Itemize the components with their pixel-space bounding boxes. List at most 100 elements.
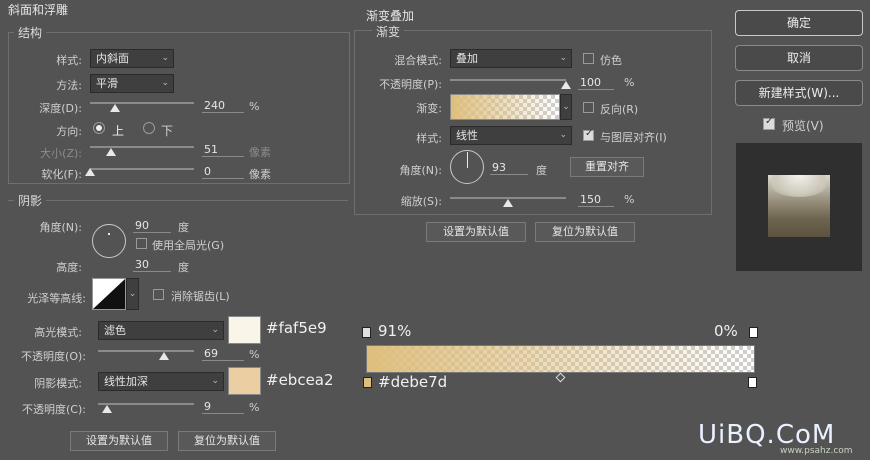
watermark-url: www.psahz.com bbox=[780, 446, 853, 456]
gloss-contour-label: 光泽等高线: bbox=[27, 292, 86, 305]
anti-alias-checkbox[interactable] bbox=[153, 289, 164, 300]
preview-label: 预览(V) bbox=[782, 119, 824, 133]
depth-unit: % bbox=[249, 100, 260, 113]
dither-checkbox[interactable] bbox=[583, 53, 594, 64]
size-slider-thumb[interactable] bbox=[105, 148, 116, 156]
gloss-contour-picker[interactable] bbox=[92, 278, 126, 310]
checkmark-icon: ✓ bbox=[585, 128, 594, 139]
shading-angle-input[interactable]: 90 bbox=[133, 218, 171, 233]
depth-slider[interactable] bbox=[90, 102, 194, 104]
shadow-opacity-unit: % bbox=[249, 401, 260, 414]
align-layer-checkbox[interactable]: ✓ bbox=[583, 128, 594, 141]
shadow-opacity-input[interactable]: 9 bbox=[202, 399, 244, 414]
right-opacity-stop[interactable] bbox=[749, 327, 758, 338]
gradient-scale-thumb[interactable] bbox=[503, 199, 513, 207]
depth-label: 深度(D): bbox=[39, 102, 82, 115]
direction-down-radio[interactable] bbox=[143, 122, 155, 134]
bevel-reset-default-button[interactable]: 复位为默认值 bbox=[178, 431, 276, 451]
chevron-down-icon: ⌄ bbox=[161, 78, 169, 88]
size-input[interactable]: 51 bbox=[202, 142, 244, 157]
gradient-opacity-thumb[interactable] bbox=[561, 81, 571, 89]
shadow-opacity-slider[interactable] bbox=[98, 403, 194, 405]
shadow-opacity-label: 不透明度(C): bbox=[22, 403, 86, 416]
gradient-angle-needle bbox=[467, 152, 468, 168]
gradient-editor-fill bbox=[367, 346, 754, 372]
blend-mode-select[interactable]: 叠加 ⌄ bbox=[450, 49, 572, 68]
global-light-checkbox[interactable] bbox=[136, 238, 147, 249]
gradient-angle-label: 角度(N): bbox=[399, 164, 442, 177]
style-preview-thumbnail bbox=[736, 143, 862, 271]
highlight-mode-value: 滤色 bbox=[104, 324, 126, 337]
shadow-mode-value: 线性加深 bbox=[104, 375, 148, 388]
altitude-unit: 度 bbox=[178, 261, 189, 274]
color-stop-hex-label: #debe7d bbox=[378, 373, 448, 391]
gradient-opacity-unit: % bbox=[624, 76, 635, 89]
bevel-make-default-button[interactable]: 设置为默认值 bbox=[70, 431, 168, 451]
direction-down-label: 下 bbox=[161, 124, 174, 138]
chevron-down-icon: ⌄ bbox=[562, 102, 570, 112]
direction-label: 方向: bbox=[56, 125, 82, 138]
gradient-opacity-slider[interactable] bbox=[450, 79, 566, 81]
direction-up-radio[interactable] bbox=[93, 122, 105, 134]
depth-slider-thumb[interactable] bbox=[109, 104, 120, 112]
blend-mode-label: 混合模式: bbox=[394, 54, 442, 67]
gloss-contour-dropdown[interactable]: ⌄ bbox=[126, 278, 139, 310]
gradient-sub-title: 渐变 bbox=[372, 23, 405, 40]
technique-select[interactable]: 平滑 ⌄ bbox=[90, 74, 174, 93]
gradient-picker[interactable] bbox=[450, 94, 560, 120]
bevel-style-select[interactable]: 内斜面 ⌄ bbox=[90, 49, 174, 68]
gradient-make-default-button[interactable]: 设置为默认值 bbox=[426, 222, 526, 242]
ok-button[interactable]: 确定 bbox=[735, 10, 863, 36]
altitude-input[interactable]: 30 bbox=[133, 257, 171, 272]
new-style-button[interactable]: 新建样式(W)... bbox=[735, 80, 863, 106]
gradient-picker-dropdown[interactable]: ⌄ bbox=[560, 94, 572, 120]
gradient-reset-default-button[interactable]: 复位为默认值 bbox=[535, 222, 635, 242]
gradient-scale-input[interactable]: 150 bbox=[578, 192, 614, 207]
preview-highlight bbox=[772, 175, 826, 197]
highlight-opacity-slider[interactable] bbox=[98, 350, 194, 352]
right-color-stop[interactable] bbox=[748, 377, 757, 388]
contour-linear-icon bbox=[93, 279, 125, 309]
left-opacity-label: 91% bbox=[378, 322, 412, 340]
highlight-opacity-thumb[interactable] bbox=[159, 352, 170, 360]
checkmark-icon: ✓ bbox=[765, 116, 774, 127]
shadow-mode-select[interactable]: 线性加深 ⌄ bbox=[98, 372, 224, 391]
cancel-button[interactable]: 取消 bbox=[735, 45, 863, 71]
preview-swatch bbox=[768, 175, 830, 237]
preview-checkbox[interactable]: ✓ bbox=[763, 116, 775, 130]
chevron-down-icon: ⌄ bbox=[559, 53, 567, 63]
gradient-style-select[interactable]: 线性 ⌄ bbox=[450, 126, 572, 145]
gradient-opacity-input[interactable]: 100 bbox=[578, 75, 614, 90]
depth-input[interactable]: 240 bbox=[202, 98, 244, 113]
shadow-opacity-thumb[interactable] bbox=[101, 405, 112, 413]
soften-slider[interactable] bbox=[90, 168, 194, 170]
left-opacity-stop[interactable] bbox=[362, 327, 371, 338]
highlight-hex-label: #faf5e9 bbox=[266, 319, 327, 337]
gradient-angle-dial[interactable] bbox=[450, 150, 484, 184]
highlight-opacity-input[interactable]: 69 bbox=[202, 346, 244, 361]
angle-dial-dot bbox=[108, 233, 110, 235]
left-color-stop[interactable] bbox=[363, 377, 372, 388]
gradient-picker-fill bbox=[451, 95, 559, 119]
gradient-angle-unit: 度 bbox=[536, 164, 547, 177]
gradient-style-label: 样式: bbox=[416, 132, 442, 145]
style-label: 样式: bbox=[56, 54, 82, 67]
gradient-opacity-label: 不透明度(P): bbox=[379, 78, 442, 91]
chevron-down-icon: ⌄ bbox=[128, 289, 137, 299]
shadow-color-swatch[interactable] bbox=[228, 367, 261, 395]
highlight-color-swatch[interactable] bbox=[228, 316, 261, 344]
gradient-angle-input[interactable]: 93 bbox=[490, 160, 528, 175]
soften-input[interactable]: 0 bbox=[202, 164, 244, 179]
reset-align-button[interactable]: 重置对齐 bbox=[570, 157, 644, 177]
angle-dial[interactable] bbox=[92, 224, 126, 258]
bevel-emboss-title: 斜面和浮雕 bbox=[8, 3, 69, 17]
highlight-mode-select[interactable]: 滤色 ⌄ bbox=[98, 321, 224, 340]
chevron-down-icon: ⌄ bbox=[211, 325, 219, 335]
soften-slider-thumb[interactable] bbox=[85, 168, 95, 176]
global-light-label: 使用全局光(G) bbox=[152, 239, 225, 252]
highlight-opacity-label: 不透明度(O): bbox=[21, 350, 86, 363]
right-opacity-label: 0% bbox=[714, 322, 738, 340]
reverse-checkbox[interactable] bbox=[583, 102, 594, 113]
gradient-editor-bar[interactable] bbox=[366, 345, 755, 373]
altitude-label: 高度: bbox=[56, 261, 82, 274]
